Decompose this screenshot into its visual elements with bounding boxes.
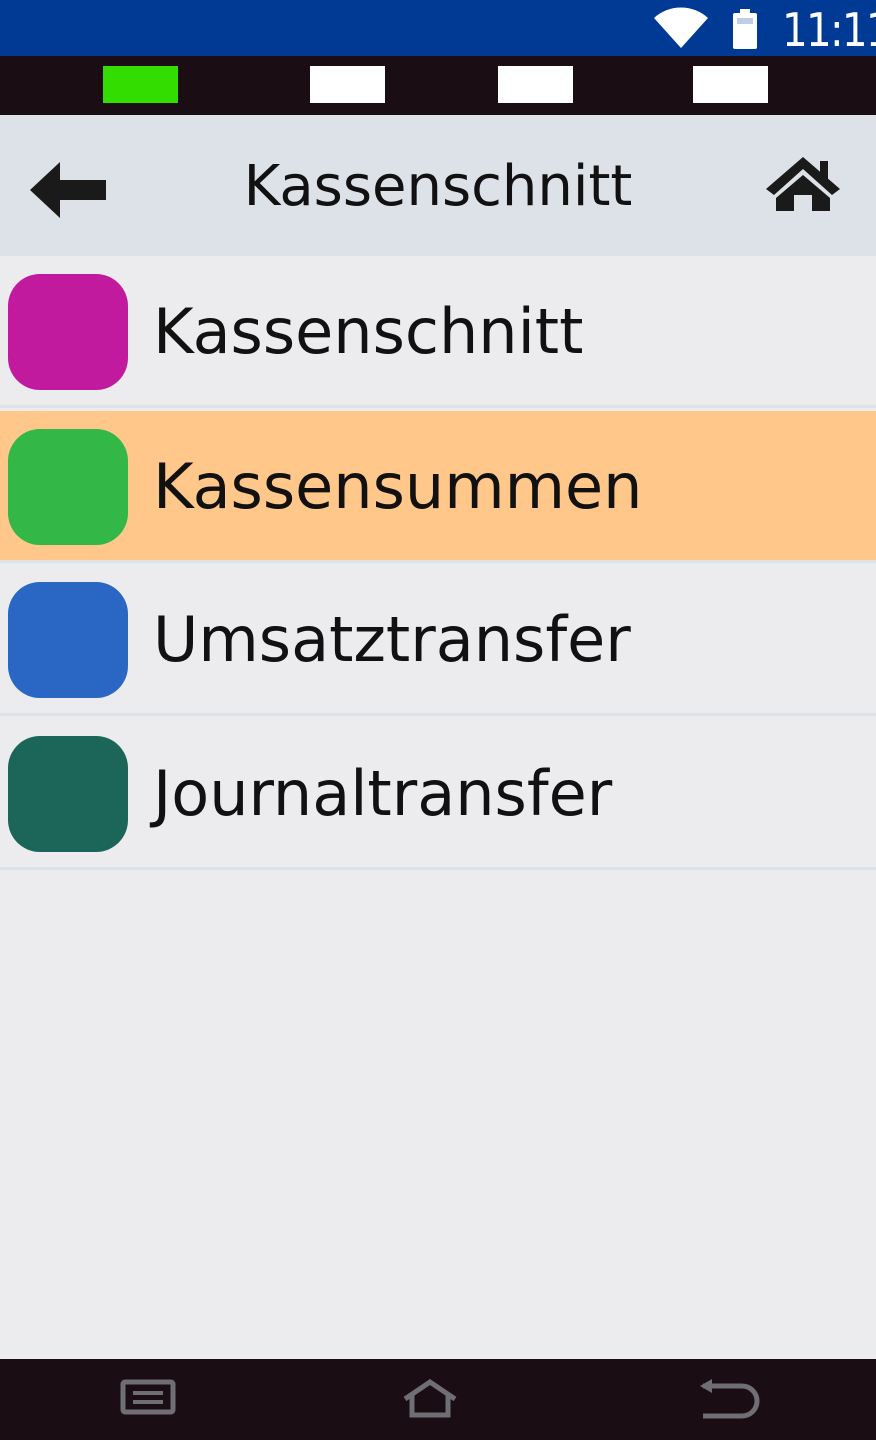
home-icon[interactable] (402, 1379, 458, 1419)
status-bar: 11:11 (0, 0, 876, 56)
indicator-4 (693, 66, 768, 103)
indicator-3 (498, 66, 573, 103)
list-item-label: Journaltransfer (153, 757, 613, 830)
color-tile (8, 429, 128, 545)
list-item-umsatztransfer[interactable]: Umsatztransfer (0, 564, 876, 716)
recent-apps-icon[interactable] (120, 1379, 176, 1415)
status-clock: 11:11 (782, 3, 876, 57)
color-tile (8, 582, 128, 698)
back-icon[interactable] (700, 1379, 760, 1419)
list-item-journaltransfer[interactable]: Journaltransfer (0, 718, 876, 870)
color-tile (8, 274, 128, 390)
list-item-label: Kassenschnitt (153, 295, 584, 368)
wifi-icon (654, 7, 708, 48)
indicator-strip (0, 56, 876, 115)
battery-icon (733, 9, 757, 49)
indicator-2 (310, 66, 385, 103)
list-item-kassensummen[interactable]: Kassensummen (0, 411, 876, 563)
list-item-kassenschnitt[interactable]: Kassenschnitt (0, 256, 876, 408)
home-icon[interactable] (764, 155, 842, 213)
list-item-label: Kassensummen (153, 450, 643, 523)
indicator-1 (103, 66, 178, 103)
list-item-label: Umsatztransfer (153, 603, 631, 676)
page-title: Kassenschnitt (243, 154, 633, 219)
color-tile (8, 736, 128, 852)
